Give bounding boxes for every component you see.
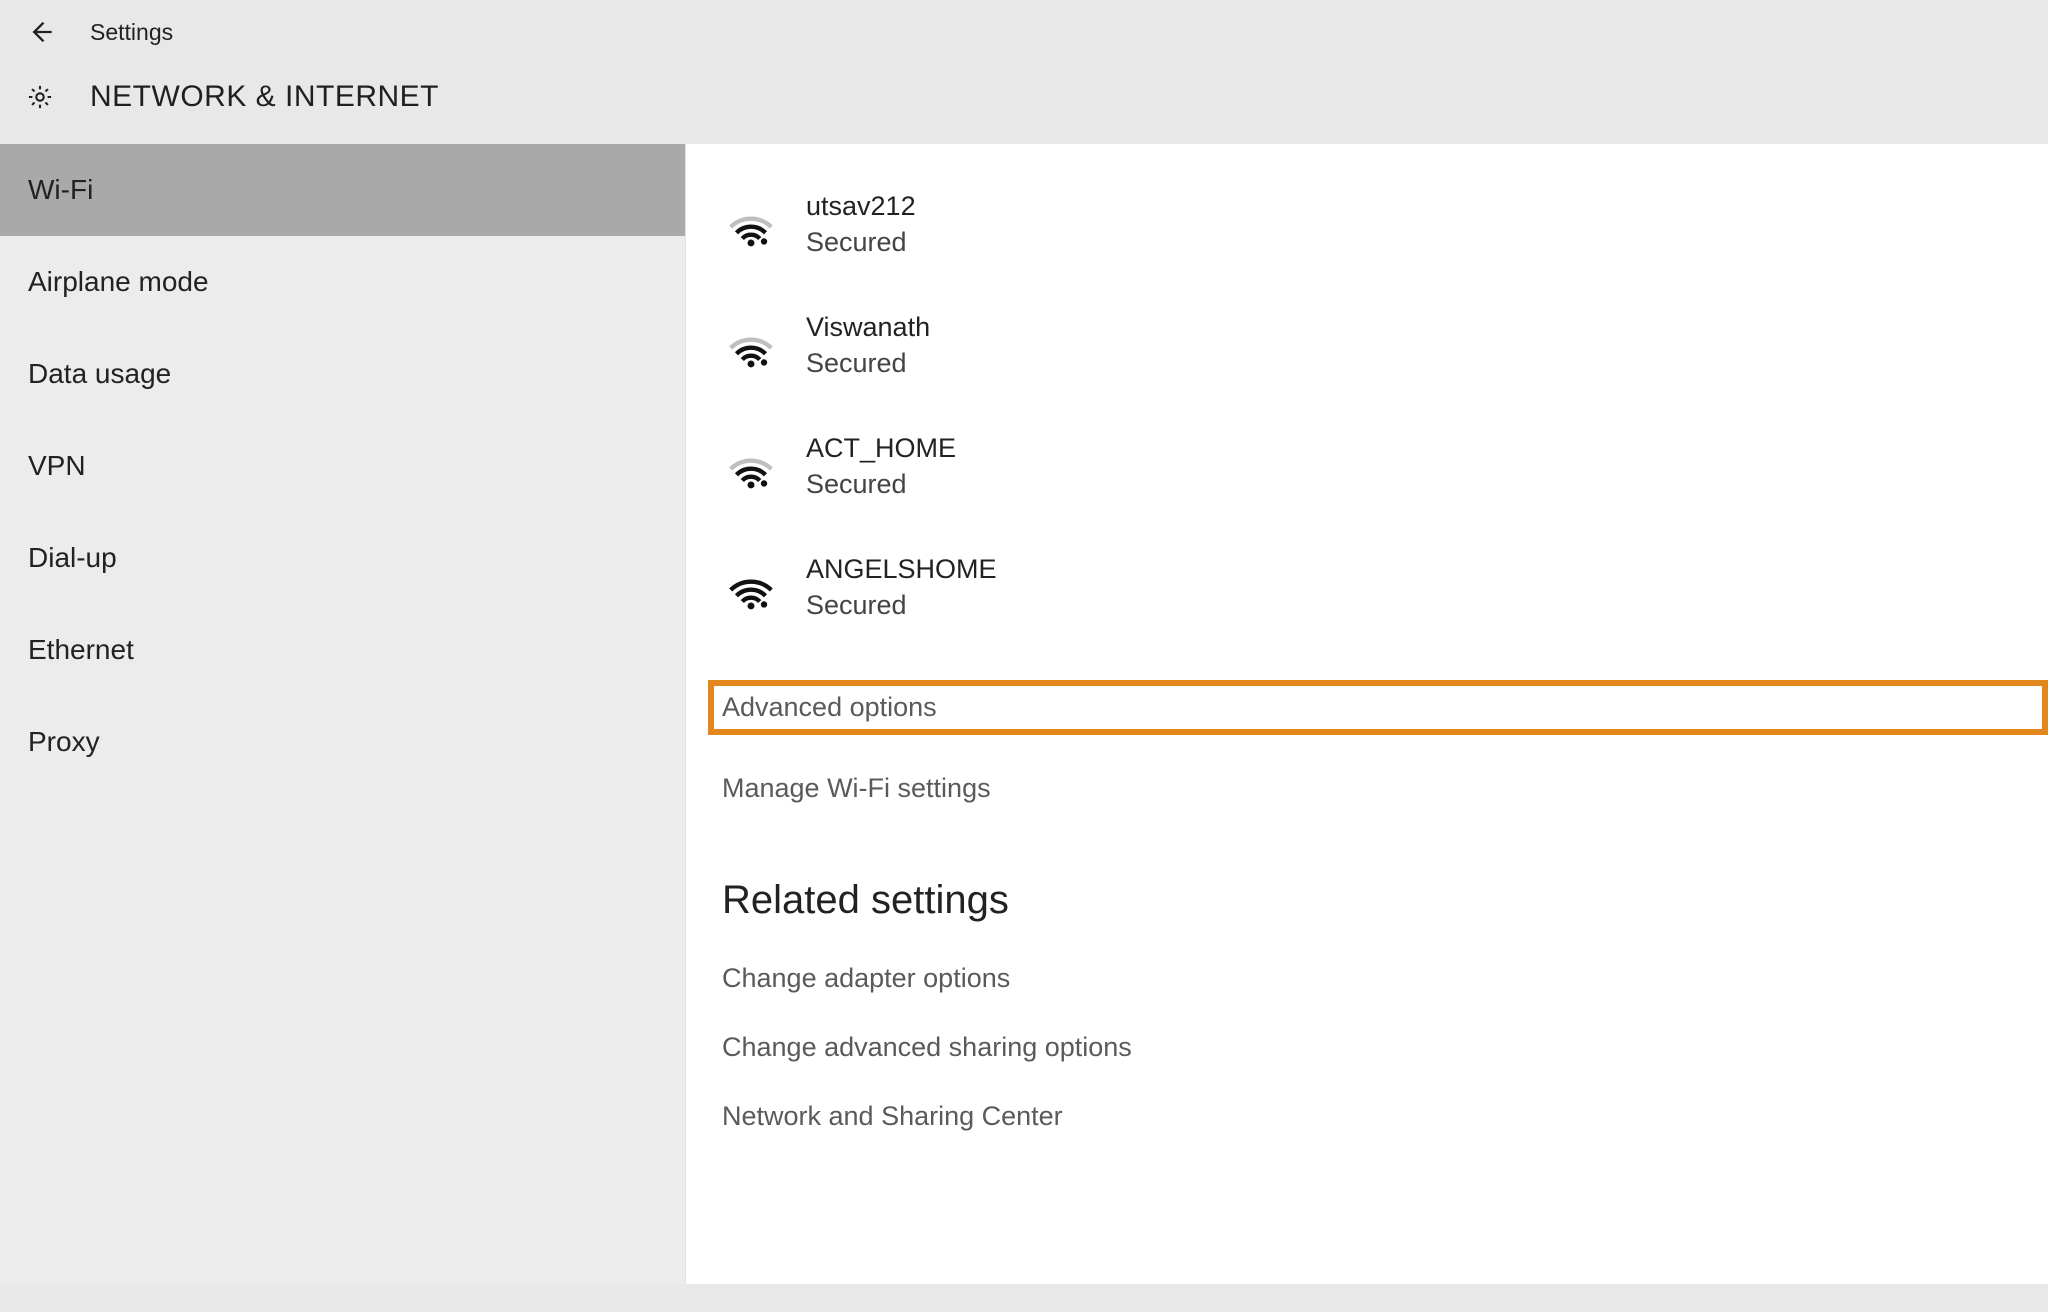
network-name: utsav212	[806, 188, 916, 224]
sidebar-item-ethernet[interactable]: Ethernet	[0, 604, 685, 696]
wifi-secured-icon	[722, 319, 780, 371]
wifi-network-item[interactable]: utsav212 Secured	[722, 188, 2048, 261]
settings-sidebar: Wi-Fi Airplane mode Data usage VPN Dial-…	[0, 144, 686, 1284]
header-bar: Settings	[0, 0, 2048, 72]
category-header: NETWORK & INTERNET	[0, 72, 2048, 144]
change-advanced-sharing-link[interactable]: Change advanced sharing options	[722, 1032, 2048, 1063]
network-and-sharing-center-link[interactable]: Network and Sharing Center	[722, 1101, 2048, 1132]
main-panel: utsav212 Secured Viswanath Secured A	[686, 144, 2048, 1284]
sidebar-item-dialup[interactable]: Dial-up	[0, 512, 685, 604]
app-title: Settings	[90, 19, 173, 46]
sidebar-item-airplane[interactable]: Airplane mode	[0, 236, 685, 328]
network-status: Secured	[806, 345, 930, 381]
related-settings-heading: Related settings	[722, 878, 2048, 923]
sidebar-item-label: Wi-Fi	[28, 174, 93, 205]
network-name: ACT_HOME	[806, 430, 956, 466]
wifi-network-list: utsav212 Secured Viswanath Secured A	[722, 188, 2048, 624]
sidebar-item-data-usage[interactable]: Data usage	[0, 328, 685, 420]
wifi-network-item[interactable]: ACT_HOME Secured	[722, 430, 2048, 503]
sidebar-item-proxy[interactable]: Proxy	[0, 696, 685, 788]
wifi-network-item[interactable]: ANGELSHOME Secured	[722, 551, 2048, 624]
network-name: Viswanath	[806, 309, 930, 345]
sidebar-item-label: VPN	[28, 450, 86, 481]
sidebar-item-vpn[interactable]: VPN	[0, 420, 685, 512]
network-name: ANGELSHOME	[806, 551, 997, 587]
wifi-secured-icon	[722, 198, 780, 250]
wifi-network-item[interactable]: Viswanath Secured	[722, 309, 2048, 382]
sidebar-item-label: Ethernet	[28, 634, 134, 665]
wifi-secured-icon	[722, 440, 780, 492]
sidebar-item-wifi[interactable]: Wi-Fi	[0, 144, 685, 236]
change-adapter-options-link[interactable]: Change adapter options	[722, 963, 2048, 994]
network-status: Secured	[806, 466, 956, 502]
advanced-options-link[interactable]: Advanced options	[708, 680, 2048, 735]
wifi-secured-icon	[722, 561, 780, 613]
sidebar-item-label: Airplane mode	[28, 266, 209, 297]
network-status: Secured	[806, 224, 916, 260]
manage-wifi-settings-link[interactable]: Manage Wi-Fi settings	[722, 773, 2048, 804]
sidebar-item-label: Data usage	[28, 358, 171, 389]
sidebar-item-label: Proxy	[28, 726, 100, 757]
back-arrow-icon[interactable]	[26, 18, 54, 46]
sidebar-item-label: Dial-up	[28, 542, 117, 573]
gear-icon	[26, 83, 54, 111]
network-status: Secured	[806, 587, 997, 623]
category-title: NETWORK & INTERNET	[90, 80, 439, 114]
